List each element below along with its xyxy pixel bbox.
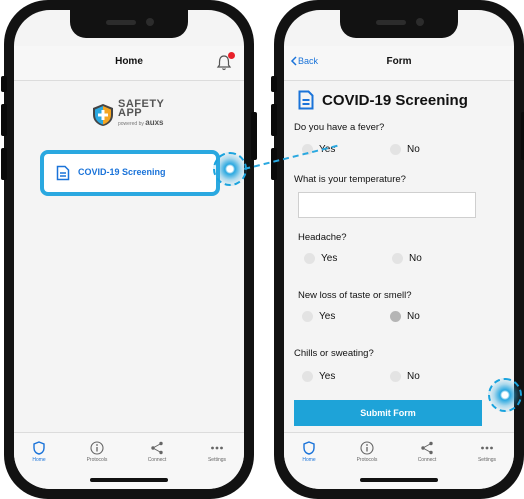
tab-settings-label: Settings <box>477 457 497 463</box>
home-indicator <box>360 478 438 482</box>
covid-screening-item[interactable]: COVID-19 Screening <box>40 150 220 196</box>
home-indicator <box>90 478 168 482</box>
covid-screening-label: COVID-19 Screening <box>78 167 166 177</box>
logo-line2: APP <box>118 107 143 119</box>
tab-settings[interactable]: Settings <box>464 441 510 463</box>
radio-button[interactable] <box>390 144 401 155</box>
fever-no-option[interactable]: No <box>390 144 420 155</box>
option-label: No <box>407 371 420 382</box>
document-icon <box>298 90 314 110</box>
home-screen: Home SAFETY APP powered by auxs COVID-19… <box>14 10 244 489</box>
home-title: Home <box>115 56 143 67</box>
question-temperature: What is your temperature? <box>294 174 406 185</box>
tab-settings-label: Settings <box>207 457 227 463</box>
option-label: Yes <box>319 311 336 322</box>
shield-icon <box>33 441 45 455</box>
notch <box>70 10 188 38</box>
radio-button[interactable] <box>302 311 313 322</box>
tap-indicator-submit <box>488 378 522 412</box>
info-icon <box>90 441 104 455</box>
tab-connect[interactable]: Connect <box>404 441 450 463</box>
shield-icon <box>303 441 315 455</box>
tab-home[interactable]: Home <box>16 441 62 463</box>
radio-button[interactable] <box>392 253 403 264</box>
tab-settings[interactable]: Settings <box>194 441 240 463</box>
document-icon <box>56 165 70 181</box>
radio-button[interactable] <box>304 253 315 264</box>
tab-protocols-label: Protocols <box>356 457 378 463</box>
taste-yes-option[interactable]: Yes <box>302 311 335 322</box>
logo-brand: auxs <box>145 118 164 127</box>
share-icon <box>421 441 433 455</box>
home-header: Home <box>14 46 244 81</box>
safety-app-logo: SAFETY APP powered by auxs <box>92 99 164 129</box>
chills-no-option[interactable]: No <box>390 371 420 382</box>
radio-button[interactable] <box>390 311 401 322</box>
tab-protocols-label: Protocols <box>86 457 108 463</box>
phone-form: Back Form COVID-19 Screening Do you have… <box>271 0 524 499</box>
form-screen: Back Form COVID-19 Screening Do you have… <box>284 10 514 489</box>
tab-bar: Home Protocols Connect Settings <box>284 432 514 489</box>
more-icon <box>211 446 223 450</box>
chills-yes-option[interactable]: Yes <box>302 371 335 382</box>
tab-home[interactable]: Home <box>286 441 332 463</box>
taste-no-option[interactable]: No <box>390 311 420 322</box>
temperature-input[interactable] <box>298 192 476 218</box>
question-headache: Headache? <box>298 232 347 243</box>
question-taste-smell: New loss of taste or smell? <box>298 290 412 301</box>
option-label: No <box>407 311 420 322</box>
tap-indicator-covid <box>213 152 247 186</box>
radio-button[interactable] <box>390 371 401 382</box>
submit-form-button[interactable]: Submit Form <box>294 400 482 426</box>
form-title: Form <box>386 56 412 67</box>
tab-connect-label: Connect <box>147 457 167 463</box>
radio-button[interactable] <box>302 371 313 382</box>
option-label: Yes <box>319 371 336 382</box>
info-icon <box>360 441 374 455</box>
tab-home-label: Home <box>302 457 316 463</box>
more-icon <box>481 446 493 450</box>
form-header: Back Form <box>284 46 514 81</box>
tab-protocols[interactable]: Protocols <box>344 441 390 463</box>
notch <box>340 10 458 38</box>
headache-no-option[interactable]: No <box>392 253 422 264</box>
option-label: No <box>409 253 422 264</box>
form-heading: COVID-19 Screening <box>298 90 468 110</box>
tab-protocols[interactable]: Protocols <box>74 441 120 463</box>
tab-bar: Home Protocols Connect Settings <box>14 432 244 489</box>
form-heading-text: COVID-19 Screening <box>322 91 468 109</box>
headache-yes-option[interactable]: Yes <box>304 253 337 264</box>
phone-home: Home SAFETY APP powered by auxs COVID-19… <box>1 0 257 499</box>
question-fever: Do you have a fever? <box>294 122 385 133</box>
shield-logo-icon <box>93 103 113 126</box>
question-chills: Chills or sweating? <box>294 348 374 359</box>
option-label: Yes <box>321 253 338 264</box>
notification-badge <box>228 52 235 59</box>
tab-connect[interactable]: Connect <box>134 441 180 463</box>
share-icon <box>151 441 163 455</box>
option-label: No <box>407 144 420 155</box>
tab-connect-label: Connect <box>417 457 437 463</box>
logo-powered-by: powered by <box>118 121 144 127</box>
tab-home-label: Home <box>32 457 46 463</box>
